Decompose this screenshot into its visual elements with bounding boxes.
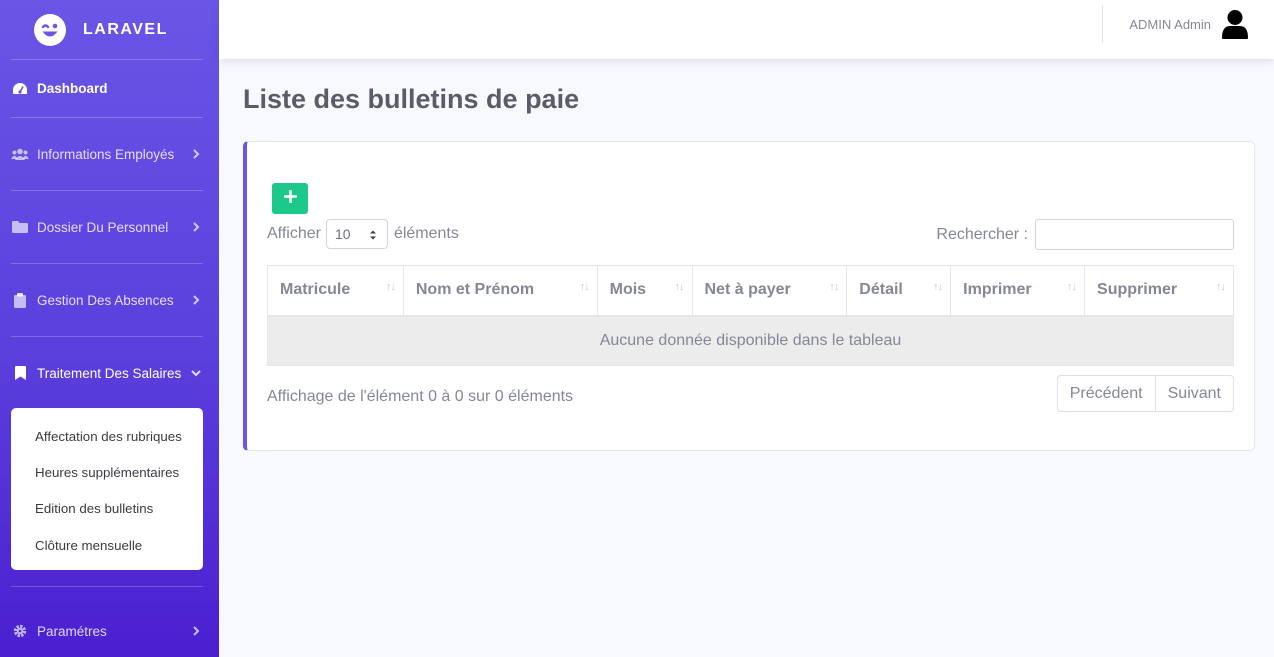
column-label: Imprimer <box>963 281 1032 299</box>
users-icon <box>11 146 29 162</box>
sidebar-item-traitement-des-salaires[interactable]: Traitement Des Salaires <box>0 337 219 409</box>
submenu-item-cloture-mensuelle[interactable]: Clôture mensuelle <box>11 527 203 563</box>
tachometer-icon <box>11 81 29 97</box>
column-label: Détail <box>859 281 903 299</box>
sidebar-item-label: Traitement Des Salaires <box>37 365 182 381</box>
sidebar-item-informations-employes[interactable]: Informations Employés <box>0 118 219 190</box>
column-label: Net à payer <box>704 281 791 299</box>
user-name[interactable]: ADMIN Admin <box>1129 17 1211 32</box>
sidebar-item-label: Dossier Du Personnel <box>37 219 169 235</box>
length-select[interactable]: 10 <box>325 219 388 249</box>
sort-icon: ↑↓ <box>385 281 396 293</box>
salaires-submenu: Affectation des rubriques Heures supplém… <box>11 408 203 570</box>
sort-icon: ↑↓ <box>579 281 590 293</box>
plus-icon <box>283 189 297 208</box>
previous-page-button[interactable]: Précédent <box>1058 376 1155 411</box>
user-icon[interactable] <box>1221 9 1249 39</box>
column-header-mois[interactable]: Mois ↑↓ <box>596 265 693 317</box>
add-button[interactable] <box>272 183 308 214</box>
column-header-supprimer[interactable]: Supprimer ↑↓ <box>1084 265 1234 317</box>
clipboard-icon <box>11 292 29 308</box>
length-suffix: éléments <box>393 225 459 242</box>
column-header-detail[interactable]: Détail ↑↓ <box>846 265 952 317</box>
length-value: 10 <box>334 226 351 242</box>
page-title: Liste des bulletins de paie <box>243 84 580 114</box>
sort-icon: ↑↓ <box>933 281 943 293</box>
column-header-matricule[interactable]: Matricule ↑↓ <box>267 265 404 317</box>
search-control: Rechercher : <box>936 219 1234 250</box>
pagination: Précédent Suivant <box>1056 375 1234 412</box>
sidebar-item-gestion-des-absences[interactable]: Gestion Des Absences <box>0 264 219 336</box>
sidebar-item-label: Paramétres <box>37 623 107 639</box>
sort-icon: ↑↓ <box>1067 281 1077 293</box>
table-info: Affichage de l'élément 0 à 0 sur 0 éléme… <box>267 388 574 405</box>
brand[interactable]: LARAVEL <box>0 0 219 59</box>
column-label: Mois <box>609 281 647 299</box>
payslips-card: Afficher 10 éléments Rechercher : Matric… <box>243 141 1255 451</box>
column-label: Matricule <box>280 281 351 299</box>
sidebar-item-dossier-du-personnel[interactable]: Dossier Du Personnel <box>0 191 219 263</box>
brand-name: LARAVEL <box>83 20 168 38</box>
empty-table-message: Aucune donnée disponible dans le tableau <box>267 315 1234 366</box>
length-control: Afficher 10 éléments <box>267 219 459 249</box>
chevron-down-icon <box>191 368 201 378</box>
chevron-right-icon <box>191 295 201 305</box>
sidebar: LARAVEL Dashboard Informations Employés … <box>0 0 219 657</box>
next-page-button[interactable]: Suivant <box>1154 376 1233 411</box>
search-input[interactable] <box>1035 219 1234 250</box>
sidebar-divider <box>11 586 203 587</box>
gear-icon <box>11 623 29 639</box>
sidebar-item-parametres[interactable]: Paramétres <box>0 595 219 657</box>
table-header-row: Matricule ↑↓ Nom et Prénom ↑↓ Mois ↑↓ Net à… <box>267 265 1234 317</box>
submenu-item-affectation-rubriques[interactable]: Affectation des rubriques <box>11 418 203 454</box>
search-label: Rechercher : <box>936 225 1028 243</box>
table-row: Aucune donnée disponible dans le tableau <box>267 315 1234 366</box>
select-arrows-icon <box>369 228 377 244</box>
sort-icon: ↑↓ <box>674 281 685 293</box>
chevron-right-icon <box>191 626 201 636</box>
laugh-wink-icon <box>34 13 66 46</box>
sidebar-item-label: Informations Employés <box>37 146 175 162</box>
column-header-net-a-payer[interactable]: Net à payer ↑↓ <box>691 265 848 317</box>
chevron-right-icon <box>191 222 201 232</box>
sort-icon: ↑↓ <box>829 281 839 293</box>
chevron-right-icon <box>191 149 201 159</box>
submenu-item-heures-supplementaires[interactable]: Heures supplémentaires <box>11 454 203 490</box>
bookmark-icon <box>11 365 29 381</box>
column-label: Nom et Prénom <box>415 281 535 299</box>
column-header-nom-prenom[interactable]: Nom et Prénom ↑↓ <box>402 265 598 317</box>
sidebar-item-label: Dashboard <box>37 81 108 96</box>
length-prefix: Afficher <box>267 225 321 242</box>
sidebar-item-dashboard[interactable]: Dashboard <box>0 60 219 117</box>
topbar-divider <box>1102 5 1103 43</box>
payslips-table: Matricule ↑↓ Nom et Prénom ↑↓ Mois ↑↓ Net à… <box>267 265 1234 366</box>
sidebar-item-label: Gestion Des Absences <box>37 292 174 308</box>
column-header-imprimer[interactable]: Imprimer ↑↓ <box>950 265 1086 317</box>
folder-icon <box>11 219 29 235</box>
column-label: Supprimer <box>1097 281 1178 299</box>
topbar: ADMIN Admin <box>219 0 1274 59</box>
sort-icon: ↑↓ <box>1216 281 1226 293</box>
submenu-item-edition-bulletins[interactable]: Edition des bulletins <box>11 491 203 527</box>
